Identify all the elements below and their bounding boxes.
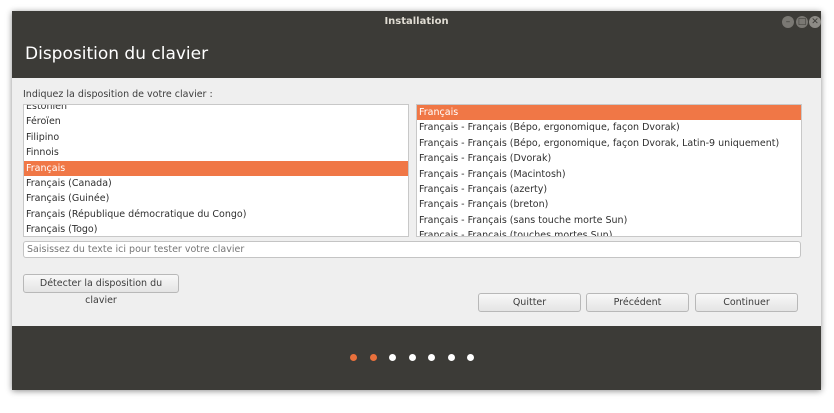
layout-list-item[interactable]: Finnois	[24, 145, 408, 160]
variant-list-item[interactable]: Français - Français (Bépo, ergonomique, …	[417, 136, 801, 151]
variant-list-item[interactable]: Français - Français (Macintosh)	[417, 167, 801, 182]
keyboard-layout-list[interactable]: Estonien Féroïen Filipino Finnois Français Fr…	[23, 104, 409, 237]
keyboard-variant-list-items: Français Français - Français (Bépo, ergon…	[417, 105, 801, 236]
maximize-icon[interactable]: □	[796, 16, 808, 28]
close-icon[interactable]: ✕	[809, 16, 821, 28]
quit-button[interactable]: Quitter	[478, 293, 581, 312]
page-title: Disposition du clavier	[25, 44, 209, 64]
variant-list-item[interactable]: Français - Français (breton)	[417, 197, 801, 212]
previous-button[interactable]: Précédent	[586, 293, 689, 312]
keyboard-variant-list[interactable]: Français Français - Français (Bépo, ergon…	[416, 104, 802, 237]
step-dot	[389, 354, 396, 361]
detect-layout-button[interactable]: Détecter la disposition du clavier	[23, 274, 179, 306]
minimize-icon[interactable]: –	[782, 16, 794, 28]
variant-list-item[interactable]: Français - Français (touches mortes Sun)	[417, 228, 801, 236]
continue-button[interactable]: Continuer	[695, 293, 798, 312]
step-dot	[369, 354, 377, 361]
variant-list-item[interactable]: Français - Français (Bépo, ergonomique, …	[417, 120, 801, 135]
step-dot	[428, 354, 435, 361]
variant-list-item[interactable]: Français - Français (sans touche morte S…	[417, 213, 801, 228]
layout-list-item[interactable]: Estonien	[24, 105, 408, 114]
variant-list-item[interactable]: Français - Français (azerty)	[417, 182, 801, 197]
step-dot	[350, 354, 357, 361]
footer	[12, 326, 821, 390]
title-bar[interactable]: Installation – □ ✕	[12, 11, 821, 33]
keyboard-test-input[interactable]	[23, 241, 801, 258]
variant-list-item[interactable]: Français	[417, 105, 801, 121]
page-header: Disposition du clavier	[12, 33, 821, 78]
layout-list-item[interactable]: Français (République démocratique du Con…	[24, 207, 408, 222]
layout-prompt-label: Indiquez la disposition de votre clavier…	[23, 89, 213, 100]
layout-list-item[interactable]: Féroïen	[24, 114, 408, 129]
main-content: Indiquez la disposition de votre clavier…	[12, 78, 821, 326]
step-dot	[408, 354, 416, 361]
layout-list-item[interactable]: Filipino	[24, 130, 408, 145]
step-dot	[447, 354, 455, 361]
layout-list-item[interactable]: Français	[24, 160, 408, 176]
layout-list-item[interactable]: Français (Canada)	[24, 176, 408, 191]
variant-list-item[interactable]: Français - Français (Dvorak)	[417, 151, 801, 166]
step-dot	[467, 354, 474, 361]
keyboard-layout-list-items: Estonien Féroïen Filipino Finnois Français Fr…	[24, 105, 408, 236]
window-title: Installation	[384, 16, 449, 27]
layout-list-item[interactable]: Français (Togo)	[24, 222, 408, 236]
layout-list-item[interactable]: Français (Guinée)	[24, 191, 408, 206]
installer-window: Installation – □ ✕ Disposition du clavie…	[12, 11, 821, 390]
